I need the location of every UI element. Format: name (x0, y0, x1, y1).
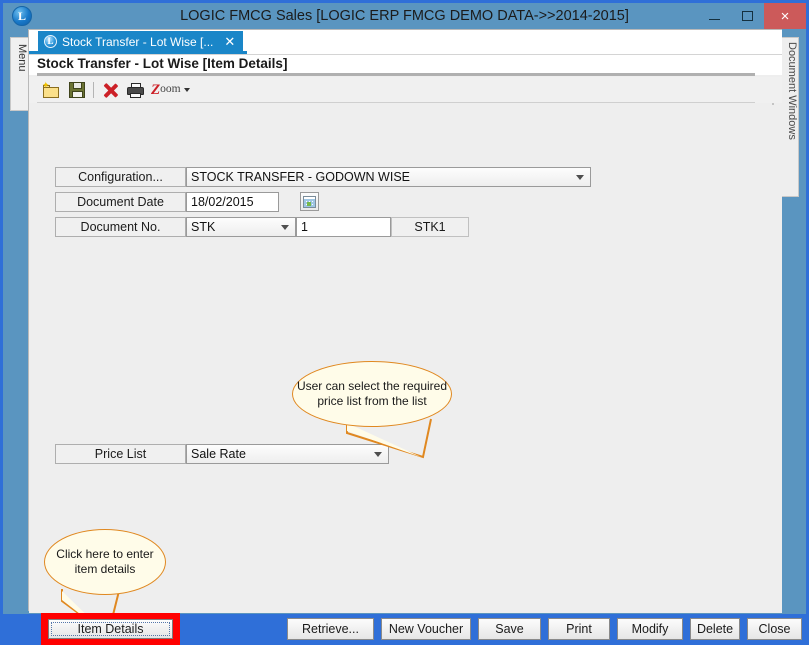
print-icon (126, 82, 145, 98)
window-title: LOGIC FMCG Sales [LOGIC ERP FMCG DEMO DA… (180, 8, 629, 24)
new-voucher-button[interactable]: New Voucher (381, 618, 471, 640)
minimize-icon (709, 18, 720, 20)
zoom-icon-text: oom (160, 83, 181, 96)
zoom-icon: Z oom (151, 81, 190, 98)
price-list-callout-bubble: User can select the required price list … (292, 361, 452, 427)
document-no-prefix-value: STK (191, 220, 216, 234)
toolbar-divider (37, 102, 755, 103)
price-list-label: Price List (55, 444, 186, 464)
window-inner: L LOGIC FMCG Sales [LOGIC ERP FMCG DEMO … (3, 3, 806, 645)
retrieve-button[interactable]: Retrieve... (287, 618, 374, 640)
tab-stock-transfer-lot-wise[interactable]: L Stock Transfer - Lot Wise [... ✕ (38, 31, 244, 52)
form-caption-bar: Stock Transfer - Lot Wise [Item Details] (29, 55, 782, 75)
maximize-button[interactable] (731, 3, 764, 29)
calendar-icon (303, 195, 316, 208)
maximize-icon (742, 11, 753, 21)
close-button[interactable]: Close (747, 618, 802, 640)
client-area: L Stock Transfer - Lot Wise [... ✕ Stock… (28, 29, 802, 645)
price-list-callout: User can select the required price list … (268, 361, 458, 461)
tab-close-icon[interactable]: ✕ (224, 35, 235, 48)
chevron-down-icon[interactable] (756, 36, 768, 42)
title-bar: L LOGIC FMCG Sales [LOGIC ERP FMCG DEMO … (3, 3, 806, 29)
document-no-full-display: STK1 (391, 217, 469, 237)
calendar-picker-button[interactable] (300, 192, 319, 211)
item-details-callout-bubble: Click here to enter item details (44, 529, 166, 595)
action-bar: Retrieve... New Voucher Save Print Modif… (287, 618, 802, 640)
save-icon (68, 82, 85, 98)
new-document-icon: ✦ (42, 80, 60, 98)
zoom-toolbar-button[interactable]: Z oom (148, 79, 193, 101)
chevron-down-icon (183, 88, 190, 92)
zoom-icon-letter: Z (151, 81, 161, 98)
caption-divider (37, 73, 755, 76)
tab-label: Stock Transfer - Lot Wise [... (62, 34, 214, 49)
item-details-button-label: Item Details (77, 622, 144, 636)
print-toolbar-button[interactable] (123, 79, 148, 101)
new-document-button[interactable]: ✦ (39, 79, 64, 101)
document-date-input[interactable]: 18/02/2015 (186, 192, 279, 212)
document-no-label: Document No. (55, 217, 186, 237)
modify-button[interactable]: Modify (617, 618, 683, 640)
close-window-button[interactable]: × (764, 3, 806, 29)
item-details-button[interactable]: Item Details (48, 619, 173, 639)
form-toolbar: ✦ Z oom (29, 77, 782, 103)
document-date-label: Document Date (55, 192, 186, 212)
document-windows-rail: Document Windows (779, 29, 803, 614)
save-button[interactable]: Save (478, 618, 541, 640)
tab-strip: L Stock Transfer - Lot Wise [... ✕ (29, 30, 782, 54)
page-title: Stock Transfer - Lot Wise [Item Details] (37, 56, 288, 71)
stock-transfer-form: Stock Transfer - Lot Wise [Item Details]… (29, 54, 802, 645)
configuration-label[interactable]: Configuration... (55, 167, 186, 187)
document-no-number-input[interactable]: 1 (296, 217, 391, 237)
delete-button[interactable]: Delete (690, 618, 740, 640)
tab-logo-letter: L (47, 36, 54, 46)
document-no-number-value: 1 (301, 220, 308, 234)
document-date-value: 18/02/2015 (191, 195, 254, 209)
price-list-value: Sale Rate (191, 447, 246, 461)
close-icon: × (780, 7, 790, 25)
print-button[interactable]: Print (548, 618, 610, 640)
toolbar-separator (93, 82, 94, 98)
chevron-down-icon (281, 225, 289, 230)
application-window: L LOGIC FMCG Sales [LOGIC ERP FMCG DEMO … (0, 0, 809, 645)
delete-toolbar-button[interactable] (98, 79, 123, 101)
form-body: Configuration... STOCK TRANSFER - GODOWN… (29, 105, 802, 645)
save-toolbar-button[interactable] (64, 79, 89, 101)
configuration-select[interactable]: STOCK TRANSFER - GODOWN WISE (186, 167, 591, 187)
menu-rail: Menu (6, 29, 28, 614)
document-windows-tab[interactable]: Document Windows (779, 37, 799, 197)
document-no-prefix-select[interactable]: STK (186, 217, 296, 237)
chevron-down-icon (576, 175, 584, 180)
minimize-button[interactable] (698, 3, 731, 29)
tab-logo-icon: L (44, 35, 57, 48)
menu-panel-tab[interactable]: Menu (10, 37, 28, 111)
delete-icon (103, 83, 118, 98)
menu-panel-label: Menu (16, 44, 28, 72)
configuration-value: STOCK TRANSFER - GODOWN WISE (191, 170, 410, 184)
